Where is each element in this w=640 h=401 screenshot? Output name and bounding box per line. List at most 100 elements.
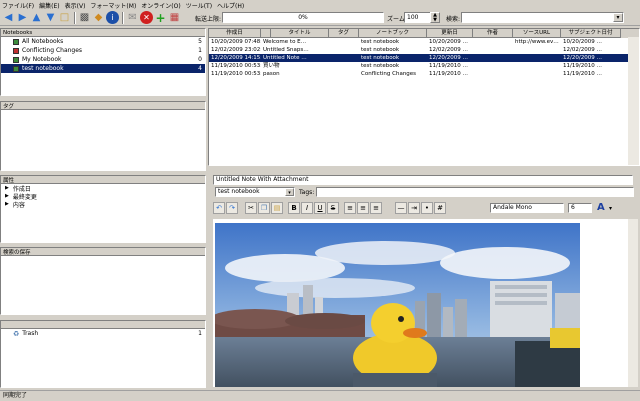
paste-icon[interactable]: ▤	[271, 202, 283, 214]
bold-button[interactable]: B	[288, 202, 300, 214]
table-cell	[473, 70, 513, 78]
menu-item[interactable]: 表示(V)	[65, 1, 86, 10]
editor-scrollbar[interactable]	[628, 219, 638, 387]
table-cell: Welcome to E…	[263, 39, 307, 45]
table-row[interactable]: 11/19/2010 00:53:45pason Conflicting Chan…	[209, 70, 639, 78]
progress-bar: 0%	[222, 12, 384, 23]
expand-icon[interactable]: ▶	[5, 193, 9, 199]
column-header[interactable]: ソースURL	[513, 29, 561, 38]
align-right-icon[interactable]: ≡	[370, 202, 382, 214]
arrow-up-icon[interactable]: ▲	[30, 11, 43, 24]
font-size-select[interactable]: 6	[568, 203, 592, 213]
trash-item[interactable]: ♻ Trash 1	[1, 329, 205, 338]
column-header[interactable]: 作成日	[209, 29, 261, 38]
menu-item[interactable]: ツール(T)	[186, 1, 212, 10]
attached-image	[215, 223, 580, 387]
info-icon[interactable]: i	[106, 11, 119, 24]
note-title-field[interactable]: Untitled Note With Attachment	[213, 175, 633, 185]
font-color-icon[interactable]: A	[597, 202, 605, 213]
column-header[interactable]: 作者	[473, 29, 513, 38]
indent-icon[interactable]: ⇥	[408, 202, 420, 214]
table-cell: Untitled Snaps…	[263, 47, 309, 53]
sync-icon[interactable]: □	[58, 11, 71, 24]
strikethrough-button[interactable]: S	[327, 202, 339, 214]
zoom-spinner[interactable]: ▲ ▼	[430, 12, 440, 23]
attributes-header: 属性	[1, 176, 205, 184]
table-cell	[473, 54, 513, 62]
attribute-item[interactable]: ▶ 最終変更	[1, 192, 205, 201]
notebook-count: 4	[198, 65, 202, 72]
expand-icon[interactable]: ▶	[5, 185, 9, 191]
notebook-icon[interactable]: ▦	[168, 11, 181, 24]
tag-icon[interactable]: ◆	[92, 11, 105, 24]
notebooks-panel: Notebooks All Notebooks 5 Conflicting Chan…	[0, 28, 206, 96]
menu-item[interactable]: ファイル(F)	[2, 1, 34, 10]
table-cell	[329, 70, 359, 78]
menu-item[interactable]: ヘルプ(H)	[217, 1, 244, 10]
undo-icon[interactable]: ↶	[213, 202, 225, 214]
table-cell: 12/20/2009 14:15:09	[211, 55, 261, 61]
table-cell: 10/20/2009 …	[429, 39, 468, 45]
table-cell: 11/19/2010 …	[429, 63, 468, 69]
horizontal-rule-icon[interactable]: —	[395, 202, 407, 214]
cut-icon[interactable]: ✂	[245, 202, 257, 214]
table-row[interactable]: 11/19/2010 00:53:45買い物 test notebook 11/19…	[209, 62, 639, 70]
redo-icon[interactable]: ↷	[226, 202, 238, 214]
column-header[interactable]: タグ	[329, 29, 359, 38]
notebook-item[interactable]: Conflicting Changes 1	[1, 46, 205, 55]
arrow-down-icon[interactable]: ▼	[44, 11, 57, 24]
menu-item[interactable]: オンライン(O)	[141, 1, 180, 10]
table-cell	[329, 38, 359, 46]
back-icon[interactable]: ◀	[2, 11, 15, 24]
search-dropdown-icon[interactable]: ▾	[613, 13, 623, 22]
forward-icon[interactable]: ▶	[16, 11, 29, 24]
print-icon[interactable]: ▩	[78, 11, 91, 24]
table-cell: test notebook	[361, 39, 400, 45]
table-row[interactable]: 12/02/2009 23:02:45Untitled Snaps… test n…	[209, 46, 639, 54]
attribute-item[interactable]: ▶ 内容	[1, 200, 205, 209]
bulleted-list-icon[interactable]: •	[421, 202, 433, 214]
expand-icon[interactable]: ▶	[5, 201, 9, 207]
column-header[interactable]: 更新日	[427, 29, 473, 38]
font-select[interactable]: Andale Mono	[490, 203, 564, 213]
align-left-icon[interactable]: ≡	[344, 202, 356, 214]
add-note-icon[interactable]: +	[154, 11, 167, 24]
table-cell: Conflicting Changes	[361, 71, 417, 77]
align-center-icon[interactable]: ≡	[357, 202, 369, 214]
column-header[interactable]: タイトル	[271, 29, 329, 38]
notebook-dropdown-icon[interactable]: ▾	[285, 188, 294, 196]
underline-button[interactable]: U	[314, 202, 326, 214]
menu-item[interactable]: フォーマット(M)	[90, 1, 136, 10]
table-cell	[329, 54, 359, 62]
table-cell: http://www.ev…	[515, 39, 559, 45]
table-cell: 11/19/2010 …	[563, 71, 602, 77]
italic-button[interactable]: I	[301, 202, 313, 214]
delete-icon[interactable]: ✕	[140, 11, 153, 24]
notes-scrollbar[interactable]	[628, 37, 639, 165]
table-cell	[513, 46, 561, 54]
note-editor[interactable]	[213, 219, 628, 387]
table-cell: 11/19/2010 …	[563, 63, 602, 69]
table-cell: 12/20/2009 …	[429, 55, 468, 61]
search-input[interactable]	[461, 12, 624, 23]
menu-item[interactable]: 編集(E)	[39, 1, 59, 10]
email-icon[interactable]: ✉	[126, 11, 139, 24]
notebook-item[interactable]: test notebook 4	[1, 64, 205, 73]
numbered-list-icon[interactable]: #	[434, 202, 446, 214]
table-row[interactable]: 10/20/2009 07:48:37Welcome to E… test not…	[209, 38, 639, 46]
copy-icon[interactable]: ❐	[258, 202, 270, 214]
column-header[interactable]: ノートブック	[359, 29, 427, 38]
tags-input[interactable]	[316, 187, 634, 197]
trash-icon: ♻	[13, 329, 20, 338]
attribute-label: 内容	[12, 201, 25, 209]
notebook-item[interactable]: My Notebook 0	[1, 55, 205, 64]
column-header[interactable]	[261, 29, 271, 38]
notebook-select[interactable]: test notebook	[215, 187, 295, 197]
table-cell	[513, 54, 561, 62]
table-row[interactable]: 12/20/2009 14:15:09Untitled Note … test n…	[209, 54, 639, 62]
notebook-icon	[13, 65, 19, 72]
notebook-label: Conflicting Changes	[22, 47, 83, 54]
font-color-dropdown-icon[interactable]: ▾	[609, 205, 612, 212]
column-header[interactable]: サブジェクト日付	[561, 29, 621, 38]
notebook-item[interactable]: All Notebooks 5	[1, 37, 205, 46]
